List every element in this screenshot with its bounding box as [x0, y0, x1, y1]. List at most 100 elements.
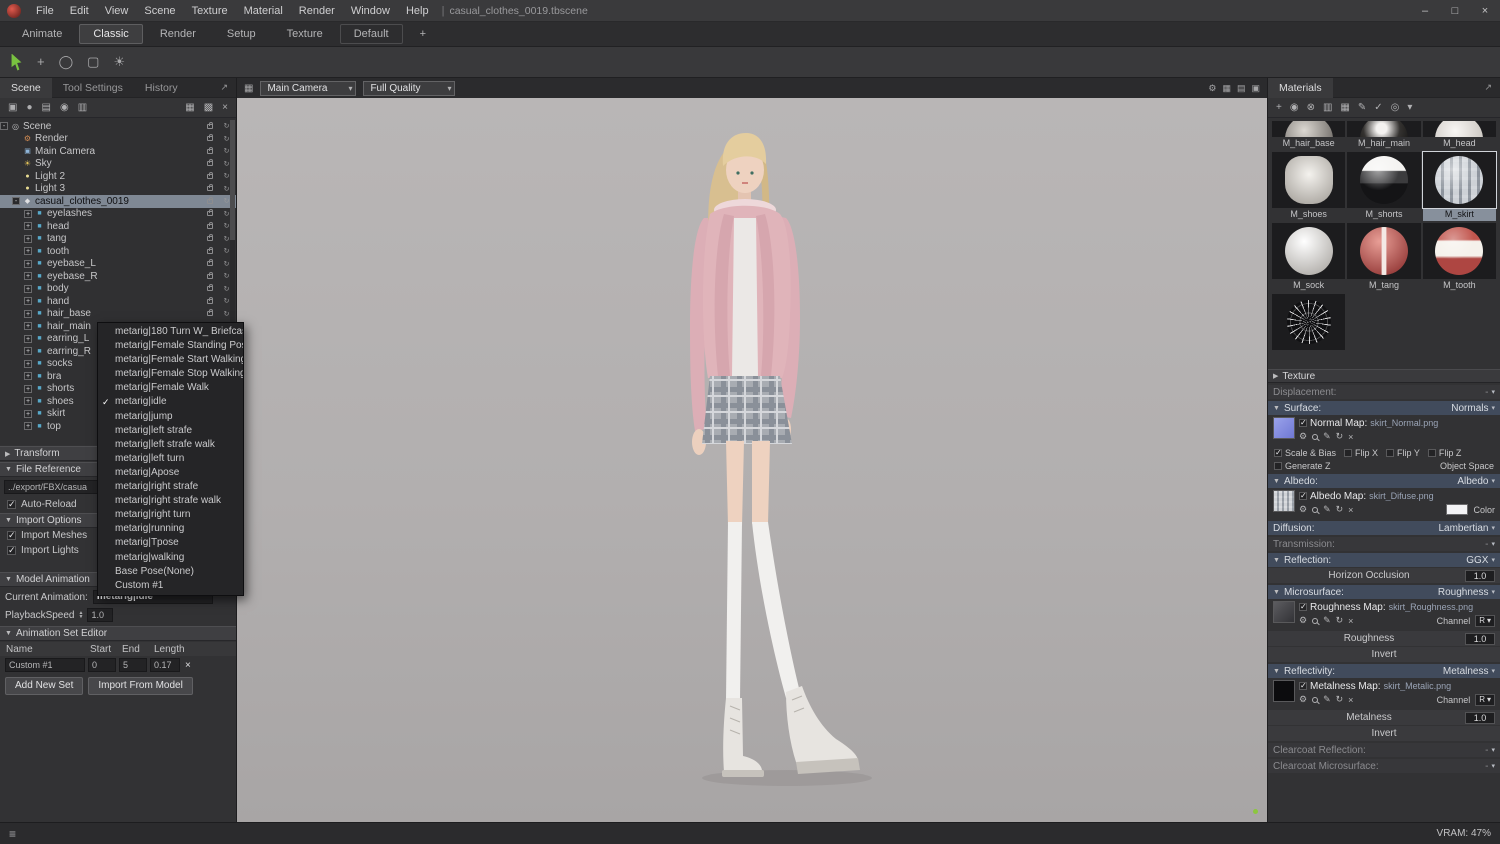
chevron-down-icon[interactable]: ▾ — [1491, 762, 1495, 770]
expander-icon[interactable]: + — [24, 222, 32, 230]
animation-menu-item[interactable]: metarig|Tpose — [98, 536, 243, 550]
left-panel-tab[interactable]: Scene — [0, 78, 52, 98]
close-button[interactable]: × — [1470, 0, 1500, 22]
material-trash-icon[interactable]: ▦ — [1340, 102, 1349, 113]
chevron-down-icon[interactable]: ▾ — [1491, 540, 1495, 548]
search-icon[interactable] — [1312, 697, 1318, 703]
scene-tree-item[interactable]: Light 2 ↻ — [0, 170, 236, 183]
popout-icon[interactable]: ↗ — [218, 82, 230, 93]
albedo-map-thumbnail[interactable] — [1273, 490, 1295, 512]
menu-item[interactable]: Texture — [184, 0, 236, 22]
clearcoat-microsurface-header[interactable]: Clearcoat Microsurface: -▾ — [1268, 759, 1500, 773]
surface-option[interactable]: Generate Z — [1274, 461, 1331, 471]
diffusion-header[interactable]: Diffusion: Lambertian▾ — [1268, 521, 1500, 535]
menu-item[interactable]: Render — [291, 0, 343, 22]
quality-select[interactable]: Full Quality — [363, 81, 455, 96]
metalness-field[interactable]: 1.0 — [1465, 712, 1495, 724]
remove-material-icon[interactable]: ⊗ — [1307, 102, 1315, 113]
maximize-button[interactable]: □ — [1440, 0, 1470, 22]
expander-icon[interactable]: + — [24, 410, 32, 418]
expander-icon[interactable]: + — [24, 235, 32, 243]
animation-menu-item[interactable]: metarig|180 Turn W_ Briefcase — [98, 325, 243, 339]
viewport-menu-icon[interactable]: ▦ — [244, 83, 253, 94]
apply-material-icon[interactable]: ✓ — [1374, 102, 1382, 113]
left-panel-tab[interactable]: Tool Settings — [52, 78, 134, 98]
expander-icon[interactable] — [12, 185, 20, 193]
scene-tree-item[interactable]: + eyebase_L ↻ — [0, 258, 236, 271]
horizon-occlusion-field[interactable]: 1.0 — [1465, 570, 1495, 582]
expander-icon[interactable]: + — [24, 422, 32, 430]
animation-menu-item[interactable]: metarig|idle — [98, 395, 243, 409]
expander-icon[interactable]: - — [12, 197, 20, 205]
workspace-tab[interactable]: Render — [146, 24, 210, 44]
lock-icon[interactable] — [207, 224, 213, 229]
lock-icon[interactable] — [207, 161, 213, 166]
lock-icon[interactable] — [207, 299, 213, 304]
gear-icon[interactable]: ⚙ — [1299, 504, 1307, 515]
lock-icon[interactable] — [207, 199, 213, 204]
scene-tree-item[interactable]: + tang ↻ — [0, 233, 236, 246]
delete-icon[interactable]: × — [222, 102, 228, 113]
option-checkbox[interactable] — [1274, 449, 1282, 457]
chevron-down-icon[interactable]: ▾ — [1491, 556, 1495, 564]
expander-icon[interactable]: - — [0, 122, 8, 130]
menu-item[interactable]: View — [97, 0, 137, 22]
animation-menu-item[interactable]: metarig|walking — [98, 551, 243, 565]
scene-tree-item[interactable]: Light 3 ↻ — [0, 183, 236, 196]
animation-menu-item[interactable]: metarig|running — [98, 522, 243, 536]
chevron-down-icon[interactable]: ▾ — [1491, 404, 1495, 412]
animation-menu-item[interactable]: metarig|jump — [98, 410, 243, 424]
character-model[interactable] — [652, 126, 902, 798]
set-length-field[interactable]: 0.17 — [150, 658, 180, 672]
normal-map-thumbnail[interactable] — [1273, 417, 1295, 439]
albedo-map-checkbox[interactable] — [1299, 492, 1307, 500]
material-item[interactable]: M_sock — [1272, 223, 1345, 292]
animation-menu-item[interactable]: Base Pose(None) — [98, 565, 243, 579]
duplicate-icon[interactable]: ▩ — [204, 102, 213, 113]
chevron-down-icon[interactable]: ▾ — [1491, 388, 1495, 396]
material-item[interactable]: M_skirt — [1423, 152, 1496, 221]
expander-icon[interactable]: + — [24, 335, 32, 343]
clearcoat-reflection-header[interactable]: Clearcoat Reflection: -▾ — [1268, 743, 1500, 757]
workspace-tab[interactable]: Texture — [273, 24, 337, 44]
lock-icon[interactable] — [207, 261, 213, 266]
option-checkbox[interactable] — [1428, 449, 1436, 457]
split-view-icon[interactable]: ▤ — [1237, 83, 1246, 94]
workspace-tab[interactable]: Animate — [8, 24, 76, 44]
displacement-header[interactable]: Displacement: -▾ — [1268, 385, 1500, 399]
lock-icon[interactable] — [207, 136, 213, 141]
search-icon[interactable] — [1312, 434, 1318, 440]
surface-option[interactable]: Object Space — [1440, 461, 1494, 471]
invert-roughness-row[interactable]: Invert — [1268, 647, 1500, 662]
animation-menu-item[interactable]: Custom #1 — [98, 579, 243, 593]
reload-icon[interactable]: ↻ — [1336, 431, 1344, 442]
edit-icon[interactable]: ✎ — [1323, 694, 1331, 705]
lock-icon[interactable] — [207, 274, 213, 279]
animation-menu-item[interactable]: metarig|Apose — [98, 466, 243, 480]
scene-tree-item[interactable]: + hand ↻ — [0, 295, 236, 308]
workspace-tab[interactable]: + — [406, 24, 440, 44]
expander-icon[interactable]: + — [24, 247, 32, 255]
import-lights-checkbox[interactable] — [7, 546, 16, 555]
edit-icon[interactable]: ✎ — [1323, 504, 1331, 515]
clear-icon[interactable]: × — [1348, 505, 1353, 515]
popout-icon[interactable]: ↗ — [1482, 82, 1494, 93]
material-item[interactable]: M_head — [1423, 121, 1496, 150]
chevron-down-icon[interactable]: ▾ — [1491, 667, 1495, 675]
paint-material-icon[interactable]: ✎ — [1358, 102, 1366, 113]
animation-menu-item[interactable]: metarig|left strafe walk — [98, 438, 243, 452]
animation-set-editor-header[interactable]: ▼ Animation Set Editor — [0, 626, 236, 641]
menu-item[interactable]: Material — [236, 0, 291, 22]
delete-set-button[interactable]: × — [185, 660, 191, 671]
import-from-model-button[interactable]: Import From Model — [88, 677, 192, 695]
option-checkbox[interactable] — [1386, 449, 1394, 457]
render-settings-icon[interactable]: ⚙ — [1208, 83, 1216, 94]
surface-option[interactable]: Scale & Bias — [1274, 448, 1336, 458]
material-sphere-icon[interactable]: ◉ — [1290, 102, 1299, 113]
expander-icon[interactable]: + — [24, 310, 32, 318]
expander-icon[interactable] — [12, 160, 20, 168]
camera-select[interactable]: Main Camera — [260, 81, 356, 96]
roughness-map-checkbox[interactable] — [1299, 603, 1307, 611]
new-material-icon[interactable]: + — [1276, 102, 1282, 113]
add-sky-icon[interactable]: ▤ — [42, 102, 51, 113]
